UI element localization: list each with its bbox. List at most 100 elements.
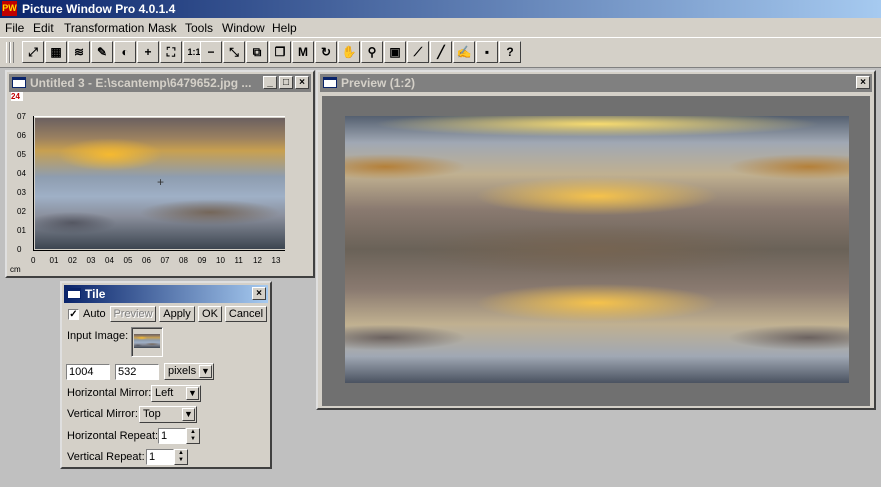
mask-icon[interactable]: M — [292, 41, 314, 63]
vertical-repeat-label: Vertical Repeat: — [67, 451, 145, 463]
close-button[interactable]: × — [856, 76, 870, 89]
apply-button[interactable]: Apply — [159, 306, 195, 322]
preview-window: Preview (1:2) × — [316, 70, 876, 410]
minus-icon[interactable]: − — [200, 41, 222, 63]
fit-icon[interactable]: ⛶ — [160, 41, 182, 63]
x-tick-label: 12 — [253, 256, 262, 265]
units-dropdown[interactable]: pixels ▼ — [164, 363, 214, 380]
circle-arrow-icon[interactable]: ↻ — [315, 41, 337, 63]
copy-icon[interactable]: ❐ — [269, 41, 291, 63]
shrink-icon[interactable]: ⤡ — [223, 41, 245, 63]
window-icon — [323, 77, 337, 88]
y-tick-label: 04 — [17, 169, 26, 178]
dropdown-arrow-icon[interactable]: ▼ — [199, 365, 212, 378]
menu-mask[interactable]: Mask — [148, 21, 177, 35]
vertical-repeat-spinner[interactable]: ▲ ▼ — [174, 449, 188, 465]
crosshair-cursor-icon: + — [157, 175, 165, 189]
window-icon — [67, 288, 81, 299]
minimize-button[interactable]: _ — [263, 76, 277, 89]
height-field[interactable]: 532 — [115, 364, 159, 380]
vertical-mirror-value: Top — [143, 408, 161, 420]
maximize-button[interactable]: □ — [279, 76, 293, 89]
menu-tools[interactable]: Tools — [185, 21, 213, 35]
app-title-bar: PW Picture Window Pro 4.0.1.4 — [0, 0, 881, 18]
x-tick-label: 04 — [105, 256, 114, 265]
pen-icon[interactable]: ╱ — [430, 41, 452, 63]
app-logo-icon: PW — [2, 1, 17, 16]
x-tick-label: 13 — [271, 256, 281, 265]
magnifier-icon[interactable]: ⚲ — [361, 41, 383, 63]
x-tick-label: 11 — [234, 256, 243, 265]
menu-bar: File Edit Transformation Mask Tools Wind… — [0, 18, 881, 37]
image-window-title: Untitled 3 - E:\scantemp\6479652.jpg ... — [30, 76, 252, 90]
vertical-mirror-dropdown[interactable]: Top ▼ — [139, 406, 197, 423]
menu-file[interactable]: File — [5, 21, 24, 35]
x-tick-label: 09 — [197, 256, 207, 265]
horizontal-mirror-value: Left — [155, 387, 174, 399]
tile-dialog: Tile × ✓ Auto Preview Apply OK Cancel In… — [60, 281, 272, 469]
help-icon[interactable]: ? — [499, 41, 521, 63]
window-icon — [12, 77, 26, 88]
close-button[interactable]: × — [252, 287, 266, 300]
image-window: Untitled 3 - E:\scantemp\6479652.jpg ...… — [5, 70, 315, 278]
horizontal-mirror-label: Horizontal Mirror: — [67, 387, 152, 399]
toolbar-grip[interactable] — [10, 42, 14, 63]
menu-window[interactable]: Window — [222, 21, 265, 35]
transform-icon[interactable]: ⤢ — [22, 41, 44, 63]
x-tick-label: 08 — [179, 256, 188, 265]
ruler-bottom — [33, 250, 285, 251]
x-tick-label: 01 — [49, 256, 59, 265]
y-tick-label: 03 — [17, 188, 26, 197]
auto-checkbox[interactable]: ✓ — [68, 309, 79, 320]
compare-icon[interactable]: ⧉ — [246, 41, 268, 63]
grid-icon[interactable]: ▦ — [45, 41, 67, 63]
menu-edit[interactable]: Edit — [33, 21, 54, 35]
ruler-left — [33, 116, 34, 251]
dropdown-arrow-icon[interactable]: ▼ — [182, 408, 195, 421]
brush-icon[interactable]: ⟋ — [407, 41, 429, 63]
input-image-thumbnail[interactable] — [131, 327, 163, 357]
color-sample-icon[interactable]: ▣ — [384, 41, 406, 63]
horizontal-repeat-label: Horizontal Repeat: — [67, 430, 159, 442]
dropdown-arrow-icon[interactable]: ▼ — [186, 387, 199, 400]
preview-window-title-bar[interactable]: Preview (1:2) × — [320, 74, 872, 92]
sharpen-icon[interactable]: ✎ — [91, 41, 113, 63]
y-tick-label: 01 — [17, 226, 26, 235]
y-tick-label: 06 — [17, 131, 26, 140]
toolbar: ⤢ ▦ ≋ ✎ ◐ + ⛶ 1:1− ⤡ ⧉ ❐ M ↻ ✋ ⚲ ▣ ⟋ ╱ ✍ ▪? — [0, 37, 881, 68]
x-tick-label: 02 — [68, 256, 77, 265]
x-tick-label: 07 — [160, 256, 170, 265]
vertical-repeat-field[interactable]: 1 — [146, 449, 174, 465]
cancel-button[interactable]: Cancel — [225, 306, 267, 322]
close-button[interactable]: × — [295, 76, 309, 89]
x-tick-label: 05 — [123, 256, 133, 265]
tile-dialog-title-bar[interactable]: Tile × — [64, 285, 268, 303]
input-image-label: Input Image: — [67, 330, 129, 342]
vertical-mirror-label: Vertical Mirror: — [67, 408, 138, 420]
brightness-icon[interactable]: ◐ — [114, 41, 136, 63]
thumbnail-image — [134, 334, 160, 348]
menu-transformation[interactable]: Transformation — [64, 21, 144, 35]
plus-icon[interactable]: + — [137, 41, 159, 63]
bit-depth-badge: 24 — [11, 92, 23, 101]
ruler-top — [33, 116, 285, 117]
horizontal-mirror-dropdown[interactable]: Left ▼ — [151, 385, 201, 402]
units-value: pixels — [168, 365, 197, 377]
y-tick-label: 05 — [17, 150, 26, 159]
image-window-title-bar[interactable]: Untitled 3 - E:\scantemp\6479652.jpg ...… — [9, 74, 311, 92]
preview-button[interactable]: Preview — [110, 306, 156, 322]
app-title: Picture Window Pro 4.0.1.4 — [22, 2, 176, 16]
horizontal-repeat-field[interactable]: 1 — [158, 428, 186, 444]
x-tick-label: 10 — [216, 256, 225, 265]
paint-icon[interactable]: ✍ — [453, 41, 475, 63]
unit-label: cm — [10, 265, 21, 274]
camera-icon[interactable]: ▪ — [476, 41, 498, 63]
width-field[interactable]: 1004 — [66, 364, 110, 380]
waves-icon[interactable]: ≋ — [68, 41, 90, 63]
ok-button[interactable]: OK — [198, 306, 222, 322]
auto-label: Auto — [83, 308, 106, 320]
preview-image[interactable] — [345, 116, 849, 383]
menu-help[interactable]: Help — [272, 21, 297, 35]
horizontal-repeat-spinner[interactable]: ▲ ▼ — [186, 428, 200, 444]
hand-icon[interactable]: ✋ — [338, 41, 360, 63]
